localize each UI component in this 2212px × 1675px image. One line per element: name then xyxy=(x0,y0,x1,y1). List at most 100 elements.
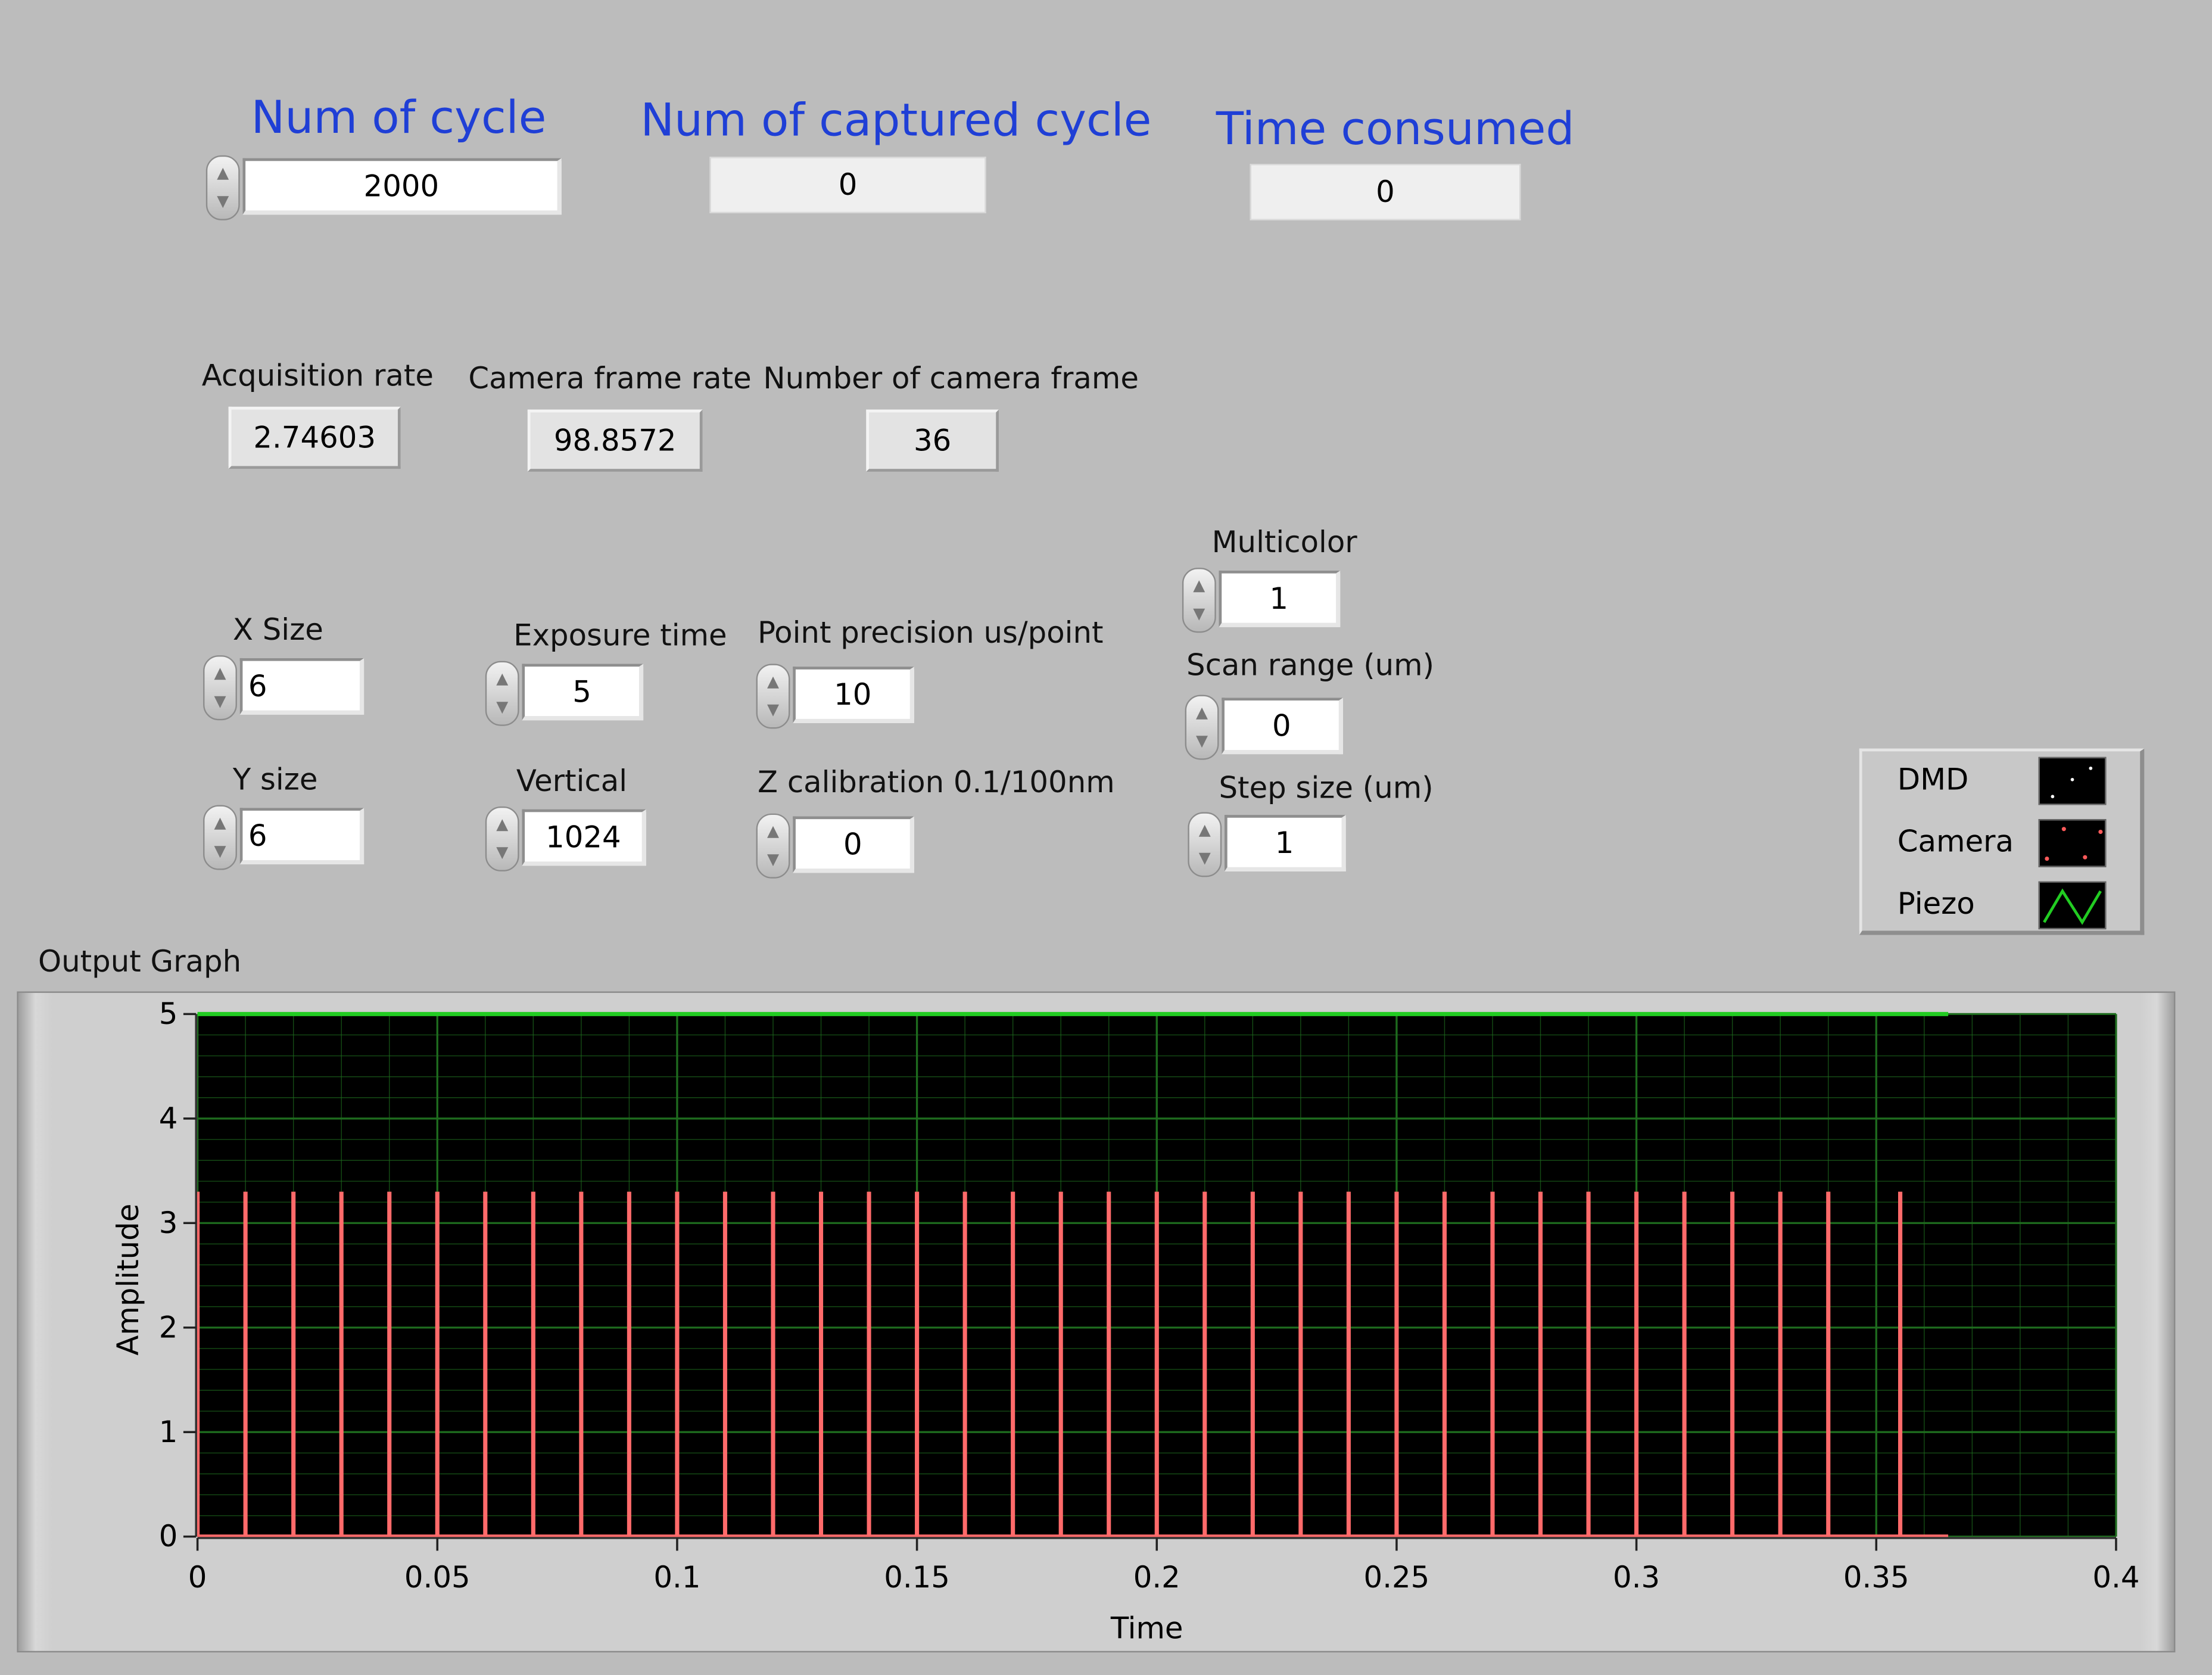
decrement-icon[interactable]: ▼ xyxy=(765,851,781,868)
num-of-cycle-control[interactable]: ▲ ▼ 2000 xyxy=(205,155,565,220)
x-tick-label: 0.3 xyxy=(1613,1560,1660,1595)
x-tick-label: 0 xyxy=(188,1560,207,1595)
point-precision-input[interactable]: 10 xyxy=(793,667,914,723)
y-tick-label: 5 xyxy=(159,997,178,1031)
increment-icon[interactable]: ▲ xyxy=(211,665,228,682)
x-tick-label: 0.15 xyxy=(884,1560,950,1595)
multicolor-label: Multicolor xyxy=(1211,525,1357,559)
step-size-input[interactable]: 1 xyxy=(1224,815,1346,871)
camera-points-icon xyxy=(2045,827,2103,861)
exposure-time-input[interactable]: 5 xyxy=(522,664,644,721)
x-tick-label: 0.2 xyxy=(1133,1560,1180,1595)
y-size-spinner[interactable]: ▲ ▼ xyxy=(203,805,237,870)
x-tick-label: 0.25 xyxy=(1364,1560,1430,1595)
legend-label-piezo: Piezo xyxy=(1897,886,1975,921)
plot-legend[interactable]: DMD Camera Piezo xyxy=(1859,748,2145,935)
output-graph-title: Output Graph xyxy=(38,945,242,979)
x-tick-label: 0.1 xyxy=(653,1560,700,1595)
increment-icon[interactable]: ▲ xyxy=(765,673,781,690)
increment-icon[interactable]: ▲ xyxy=(1191,577,1207,594)
x-size-spinner[interactable]: ▲ ▼ xyxy=(203,655,237,721)
point-precision-control[interactable]: ▲ ▼ 10 xyxy=(756,664,917,729)
point-precision-label: Point precision us/point xyxy=(757,615,1104,650)
multicolor-control[interactable]: ▲ ▼ 1 xyxy=(1182,568,1343,633)
number-camera-frame-label: Number of camera frame xyxy=(763,361,1139,396)
decrement-icon[interactable]: ▼ xyxy=(765,701,781,718)
increment-icon[interactable]: ▲ xyxy=(1194,704,1210,721)
vertical-control[interactable]: ▲ ▼ 1024 xyxy=(485,806,646,871)
legend-label-camera: Camera xyxy=(1897,824,2014,859)
increment-icon[interactable]: ▲ xyxy=(214,164,231,182)
increment-icon[interactable]: ▲ xyxy=(211,814,228,832)
x-tick-label: 0.35 xyxy=(1843,1560,1909,1595)
decrement-icon[interactable]: ▼ xyxy=(214,193,231,210)
y-tick-label: 2 xyxy=(159,1310,178,1344)
vertical-spinner[interactable]: ▲ ▼ xyxy=(485,806,519,871)
labview-front-panel: Num of cycle ▲ ▼ 2000 Num of captured cyc… xyxy=(0,0,2212,1675)
num-of-cycle-input[interactable]: 2000 xyxy=(242,158,562,215)
time-consumed-label: Time consumed xyxy=(1216,101,1575,155)
z-calibration-spinner[interactable]: ▲ ▼ xyxy=(756,813,790,879)
decrement-icon[interactable]: ▼ xyxy=(1191,605,1207,622)
camera-frame-rate-indicator: 98.8572 xyxy=(527,409,703,472)
num-captured-indicator: 0 xyxy=(709,157,986,214)
x-size-input[interactable]: 6 xyxy=(239,658,364,715)
decrement-icon[interactable]: ▼ xyxy=(1194,732,1210,750)
y-axis: 0 1 2 3 4 5 xyxy=(159,997,198,1553)
scan-range-label: Scan range (um) xyxy=(1186,648,1434,683)
decrement-icon[interactable]: ▼ xyxy=(494,698,510,716)
scan-range-control[interactable]: ▲ ▼ 0 xyxy=(1185,695,1346,760)
z-calibration-label: Z calibration 0.1/100nm xyxy=(757,765,1115,799)
step-size-spinner[interactable]: ▲ ▼ xyxy=(1188,812,1222,877)
camera-frame-rate-label: Camera frame rate xyxy=(468,361,752,396)
y-tick-label: 1 xyxy=(159,1415,178,1449)
multicolor-spinner[interactable]: ▲ ▼ xyxy=(1182,568,1216,633)
y-axis-label: Amplitude xyxy=(111,1204,145,1356)
x-tick-label: 0.05 xyxy=(404,1560,471,1595)
legend-swatch-camera[interactable] xyxy=(2038,819,2107,867)
decrement-icon[interactable]: ▼ xyxy=(494,844,510,861)
y-tick-label: 3 xyxy=(159,1206,178,1240)
y-tick-label: 0 xyxy=(159,1519,178,1553)
x-axis-label: Time xyxy=(1110,1611,1183,1645)
num-of-cycle-spinner[interactable]: ▲ ▼ xyxy=(205,155,240,220)
legend-label-dmd: DMD xyxy=(1897,762,1969,797)
exposure-time-control[interactable]: ▲ ▼ 5 xyxy=(485,661,646,726)
step-size-control[interactable]: ▲ ▼ 1 xyxy=(1188,812,1348,877)
x-size-control[interactable]: ▲ ▼ 6 xyxy=(203,655,364,721)
dmd-points-icon xyxy=(2051,766,2093,799)
scan-range-input[interactable]: 0 xyxy=(1222,698,1343,755)
z-calibration-input[interactable]: 0 xyxy=(793,816,914,873)
x-axis: 0 0.05 0.1 0.15 0.2 0.25 0.3 0.35 0.4 xyxy=(188,1537,2139,1595)
increment-icon[interactable]: ▲ xyxy=(765,823,781,840)
step-size-label: Step size (um) xyxy=(1219,771,1434,805)
point-precision-spinner[interactable]: ▲ ▼ xyxy=(756,664,790,729)
decrement-icon[interactable]: ▼ xyxy=(211,693,228,710)
y-size-control[interactable]: ▲ ▼ 6 xyxy=(203,805,364,870)
output-graph[interactable]: 0 1 2 3 4 5 0 0.05 0.1 0.15 0.2 0.25 0.3 0.35 0.4 Amp… xyxy=(17,991,2175,1652)
exposure-time-spinner[interactable]: ▲ ▼ xyxy=(485,661,519,726)
scan-range-spinner[interactable]: ▲ ▼ xyxy=(1185,695,1219,760)
y-size-label: Y size xyxy=(232,762,318,797)
acquisition-rate-indicator: 2.74603 xyxy=(228,406,401,469)
y-size-input[interactable]: 6 xyxy=(239,808,364,865)
legend-swatch-dmd[interactable] xyxy=(2038,756,2107,805)
decrement-icon[interactable]: ▼ xyxy=(1197,849,1213,867)
increment-icon[interactable]: ▲ xyxy=(494,670,510,687)
exposure-time-label: Exposure time xyxy=(513,618,727,653)
x-tick-label: 0.4 xyxy=(2092,1560,2139,1595)
x-size-label: X Size xyxy=(232,613,323,647)
z-calibration-control[interactable]: ▲ ▼ 0 xyxy=(756,813,917,879)
multicolor-input[interactable]: 1 xyxy=(1219,570,1341,627)
y-tick-label: 4 xyxy=(159,1101,178,1135)
num-captured-label: Num of captured cycle xyxy=(640,93,1152,147)
increment-icon[interactable]: ▲ xyxy=(494,815,510,833)
acquisition-rate-label: Acquisition rate xyxy=(201,359,434,393)
vertical-input[interactable]: 1024 xyxy=(522,809,646,866)
num-of-cycle-label: Num of cycle xyxy=(251,90,547,144)
vertical-label: Vertical xyxy=(516,764,628,798)
increment-icon[interactable]: ▲ xyxy=(1197,821,1213,839)
decrement-icon[interactable]: ▼ xyxy=(211,842,228,860)
time-consumed-indicator: 0 xyxy=(1250,164,1521,220)
legend-swatch-piezo[interactable] xyxy=(2038,881,2107,930)
